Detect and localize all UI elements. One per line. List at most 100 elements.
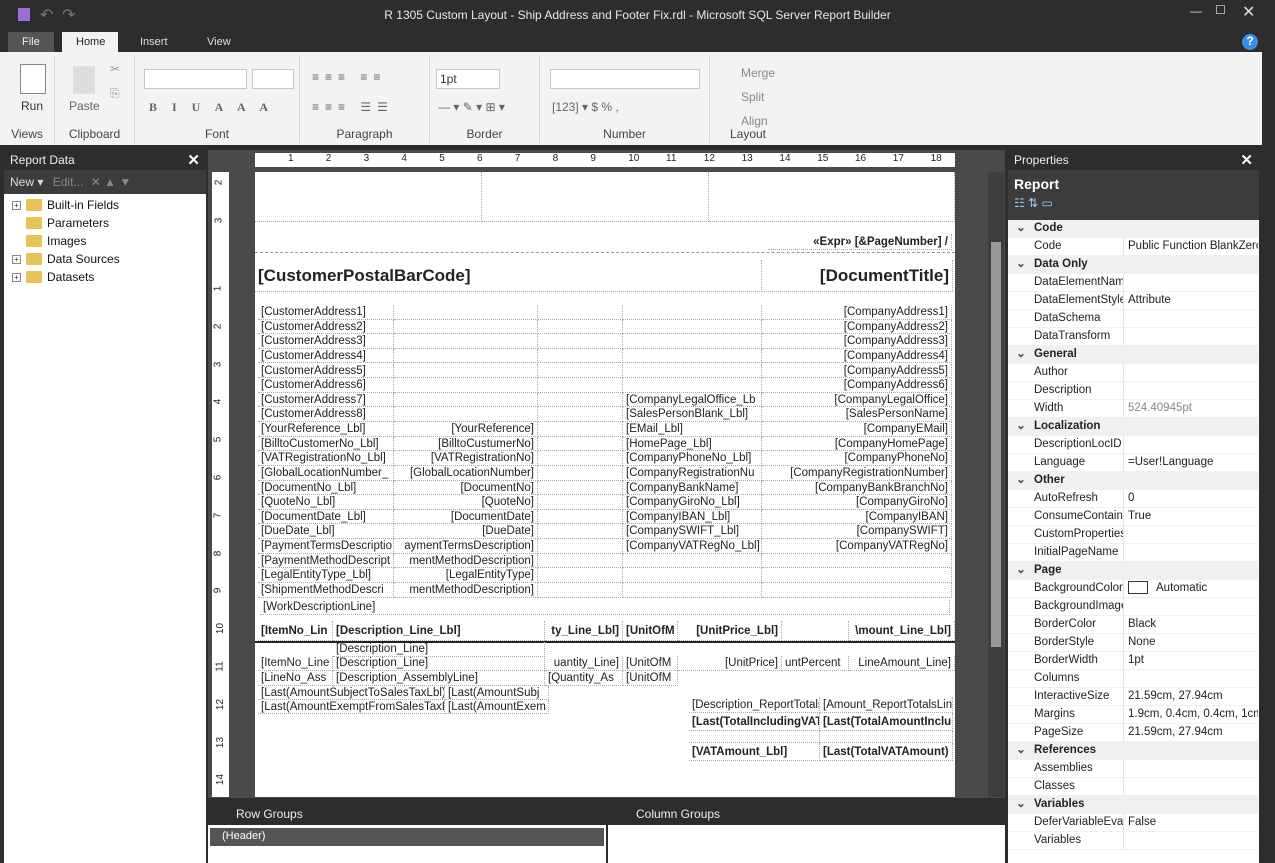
property-row[interactable]: Description <box>1008 382 1258 400</box>
property-category[interactable]: ⌄ Code <box>1008 220 1258 238</box>
property-value[interactable]: Attribute <box>1124 292 1258 310</box>
property-row[interactable]: DescriptionLocID <box>1008 436 1258 454</box>
report-textbox[interactable]: [CustomerAddress7] <box>258 392 394 408</box>
number-icons[interactable]: [123] ▾ $ % , <box>552 100 619 114</box>
report-textbox[interactable]: [CompanyGiroNo] <box>762 495 952 510</box>
report-textbox[interactable]: [PaymentTermsDescriptio <box>258 539 394 554</box>
report-textbox[interactable]: [CompanyAddress2] <box>762 319 952 335</box>
report-textbox[interactable] <box>394 319 538 335</box>
help-icon[interactable]: ? <box>1242 34 1258 50</box>
report-textbox[interactable]: [CompanyVATRegNo_Lbl] <box>623 539 762 554</box>
report-textbox[interactable]: [Quantity_As <box>545 671 623 686</box>
close-icon[interactable]: ✕ <box>187 151 200 169</box>
tab-home[interactable]: Home <box>62 32 118 52</box>
report-textbox[interactable] <box>538 392 623 408</box>
report-textbox[interactable]: [CompanyIBAN] <box>762 509 952 525</box>
report-textbox[interactable] <box>538 568 623 583</box>
property-value[interactable]: False <box>1124 814 1258 832</box>
report-textbox[interactable] <box>538 509 623 525</box>
report-textbox[interactable] <box>394 363 538 379</box>
report-textbox[interactable] <box>538 348 623 364</box>
report-textbox[interactable]: [Description_Line] <box>333 656 545 671</box>
expand-icon[interactable]: + <box>12 254 21 264</box>
report-textbox[interactable] <box>538 319 623 335</box>
column-header[interactable]: ty_Line_Lbl] <box>545 621 623 641</box>
report-textbox[interactable]: LineAmount_Line] <box>849 656 955 671</box>
report-textbox[interactable]: [SalesPersonBlank_Lbl] <box>623 407 762 422</box>
property-value[interactable]: 524.40945pt <box>1124 400 1258 418</box>
property-row[interactable]: Classes <box>1008 778 1258 796</box>
property-row[interactable]: Columns <box>1008 670 1258 688</box>
property-row[interactable]: Assemblies <box>1008 760 1258 778</box>
property-row[interactable]: BackgroundColor Automatic <box>1008 580 1258 598</box>
report-textbox[interactable] <box>538 407 623 422</box>
report-textbox[interactable]: [CustomerAddress3] <box>258 334 394 349</box>
report-textbox[interactable] <box>394 407 538 422</box>
report-textbox[interactable]: [Description_AssemblyLine] <box>333 671 545 686</box>
property-value[interactable]: Public Function BlankZero <box>1124 238 1258 256</box>
report-textbox[interactable]: [VATRegistrationNo_Lbl] <box>258 451 394 466</box>
align-button[interactable]: Align <box>741 114 768 128</box>
report-textbox[interactable]: [GlobalLocationNumber] <box>394 465 538 481</box>
report-textbox[interactable]: [Last(AmountSubj <box>445 686 549 700</box>
report-textbox[interactable]: [BilltoCustumerNo] <box>394 436 538 452</box>
property-row[interactable]: DataElementStyle Attribute <box>1008 292 1258 310</box>
report-textbox[interactable] <box>623 568 762 583</box>
property-value[interactable]: 1.9cm, 0.4cm, 0.4cm, 1cm <box>1124 706 1258 724</box>
report-textbox[interactable] <box>623 305 762 320</box>
report-textbox[interactable]: [DocumentNo_Lbl] <box>258 480 394 496</box>
property-value[interactable] <box>1124 544 1258 562</box>
report-textbox[interactable]: [GlobalLocationNumber_ <box>258 465 394 481</box>
report-textbox[interactable] <box>394 334 538 349</box>
property-value[interactable] <box>1124 670 1258 688</box>
report-textbox[interactable]: [CompanyHomePage] <box>762 436 952 452</box>
property-value[interactable] <box>1124 310 1258 328</box>
tree-item[interactable]: +Parameters <box>12 214 109 232</box>
property-value[interactable]: 21.59cm, 27.94cm <box>1124 688 1258 706</box>
report-textbox[interactable]: [CompanyLegalOffice_Lb <box>623 392 762 408</box>
close-icon[interactable]: ✕ <box>1240 151 1253 169</box>
report-textbox[interactable]: [LegalEntityType_Lbl] <box>258 568 394 583</box>
column-header[interactable] <box>782 621 849 641</box>
expand-icon[interactable]: + <box>12 272 21 282</box>
totals-textbox[interactable] <box>689 731 820 743</box>
paste-icon[interactable] <box>73 66 95 94</box>
report-textbox[interactable]: [CompanySWIFT] <box>762 524 952 540</box>
report-textbox[interactable] <box>394 348 538 364</box>
report-textbox[interactable]: [CompanyGiroNo_Lbl] <box>623 495 762 510</box>
expand-icon[interactable]: + <box>12 200 21 210</box>
collapse-icon[interactable]: ⌄ <box>1008 346 1034 364</box>
report-textbox[interactable]: [UnitOfM <box>623 656 678 671</box>
report-textbox[interactable]: [DueDate] <box>394 524 538 540</box>
property-row[interactable]: InteractiveSize 21.59cm, 27.94cm <box>1008 688 1258 706</box>
totals-textbox[interactable]: [Description_ReportTotalsL <box>689 697 820 713</box>
property-category[interactable]: ⌄ Variables <box>1008 796 1258 814</box>
property-row[interactable]: DataTransform <box>1008 328 1258 346</box>
report-textbox[interactable]: [CompanyLegalOffice] <box>762 392 952 408</box>
paste-button[interactable]: Paste <box>69 99 100 113</box>
property-value[interactable]: 0 <box>1124 490 1258 508</box>
property-row[interactable]: Width 524.40945pt <box>1008 400 1258 418</box>
report-textbox[interactable]: [CustomerAddress2] <box>258 319 394 335</box>
tree-item[interactable]: + Data Sources <box>12 250 120 268</box>
barcode-textbox[interactable]: [CustomerPostalBarCode] <box>255 260 762 292</box>
property-row[interactable]: AutoRefresh 0 <box>1008 490 1258 508</box>
property-row[interactable]: DataSchema <box>1008 310 1258 328</box>
report-textbox[interactable]: [CustomerAddress4] <box>258 348 394 364</box>
report-textbox[interactable] <box>623 348 762 364</box>
collapse-icon[interactable]: ⌄ <box>1008 742 1034 760</box>
property-value[interactable]: Black <box>1124 616 1258 634</box>
maximize-button[interactable]: ☐ <box>1215 3 1226 17</box>
cut-icon[interactable]: ✂ <box>110 62 120 76</box>
report-textbox[interactable] <box>394 305 538 320</box>
report-textbox[interactable]: mentMethodDescription] <box>394 582 538 598</box>
report-textbox[interactable] <box>538 363 623 379</box>
report-textbox[interactable] <box>538 582 623 598</box>
property-row[interactable]: BorderColor Black <box>1008 616 1258 634</box>
report-textbox[interactable]: [CompanyRegistrationNumber] <box>762 465 952 481</box>
report-textbox[interactable]: [LegalEntityType] <box>394 568 538 583</box>
property-category[interactable]: ⌄ References <box>1008 742 1258 760</box>
collapse-icon[interactable]: ⌄ <box>1008 562 1034 580</box>
property-category[interactable]: ⌄ Data Only <box>1008 256 1258 274</box>
tree-item[interactable]: + Datasets <box>12 268 94 286</box>
